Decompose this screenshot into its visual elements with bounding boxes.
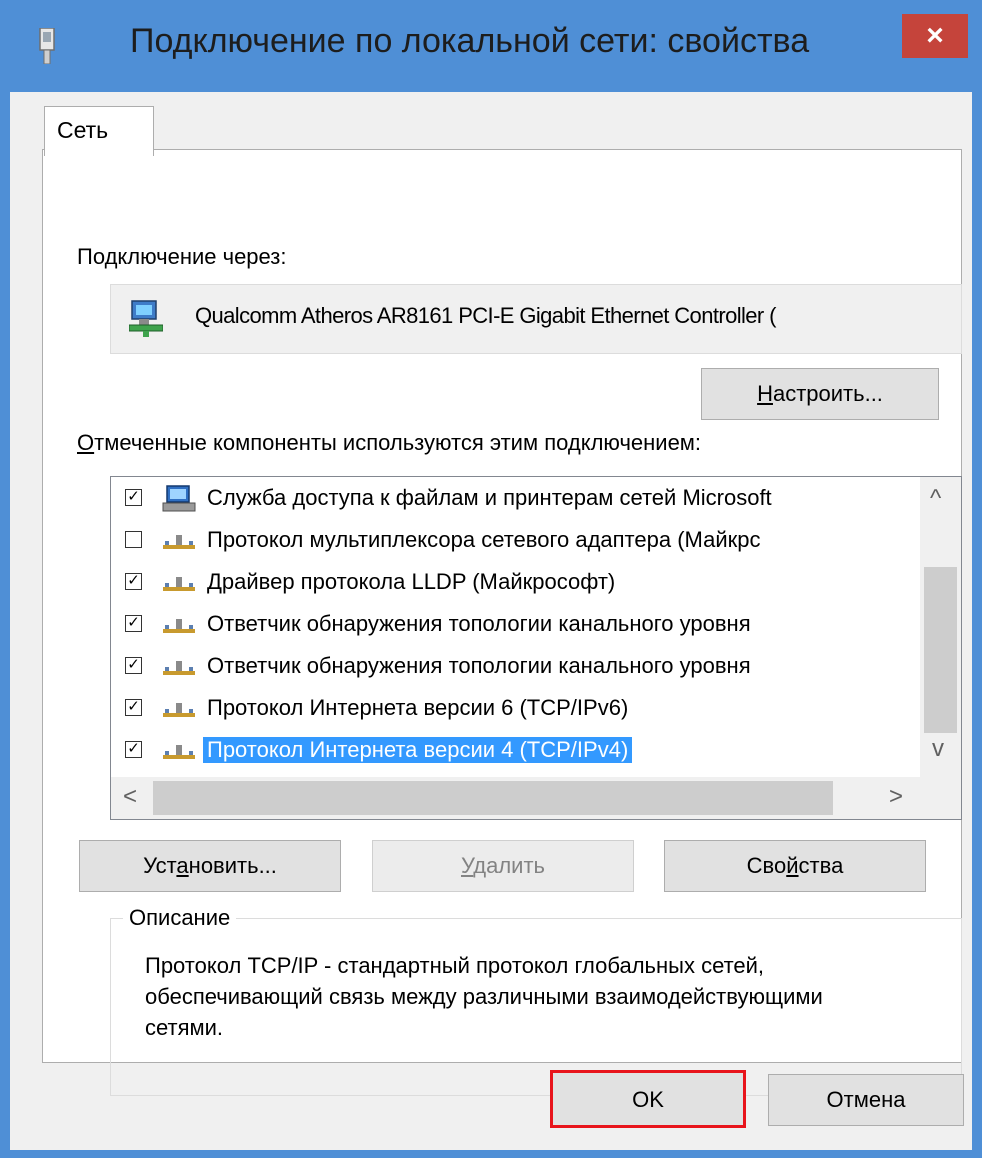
protocol-icon (163, 619, 195, 633)
scroll-left-icon[interactable]: < (123, 783, 137, 811)
install-button[interactable]: Установить... (79, 840, 341, 892)
component-checkbox[interactable] (125, 531, 142, 548)
properties-window: Подключение по локальной сети: свойства … (0, 0, 982, 1158)
ok-button[interactable]: OK (550, 1070, 746, 1128)
component-row[interactable]: ✓ Протокол Интернета версии 4 (TCP/IPv4) (111, 731, 931, 771)
components-list[interactable]: ✓ Служба доступа к файлам и принтерам сет… (110, 476, 962, 820)
horizontal-scroll-thumb[interactable] (153, 781, 833, 815)
window-title: Подключение по локальной сети: свойства (130, 22, 810, 60)
components-label: Отмеченные компоненты используются этим … (77, 430, 701, 456)
description-text: Протокол TCP/IP - стандартный протокол г… (145, 953, 823, 1040)
configure-mnemonic: Н (757, 381, 773, 406)
component-row[interactable]: ✓ Служба доступа к файлам и принтерам сет… (111, 479, 931, 519)
component-row[interactable]: ✓ Драйвер протокола LLDP (Майкрософт) (111, 563, 931, 603)
dialog-client-area: Сеть Подключение через: Qualcomm Atheros… (10, 92, 972, 1150)
remove-mnemonic: У (460, 853, 474, 878)
configure-button[interactable]: Настроить... (701, 368, 939, 420)
properties-label-post: ства (798, 853, 844, 878)
adapter-field: Qualcomm Atheros AR8161 PCI-E Gigabit Et… (110, 284, 962, 354)
install-label-pre: Уст (143, 853, 177, 878)
component-checkbox[interactable]: ✓ (125, 615, 142, 632)
vertical-scroll-thumb[interactable] (924, 567, 957, 733)
protocol-icon (163, 661, 195, 675)
component-label: Протокол Интернета версии 4 (TCP/IPv4) (203, 737, 633, 763)
protocol-icon (163, 577, 195, 591)
components-label-text: тмеченные компоненты используются этим п… (94, 430, 702, 455)
component-label: Ответчик обнаружения топологии канальног… (207, 653, 751, 678)
configure-label: астроить... (772, 381, 883, 406)
component-checkbox[interactable]: ✓ (125, 657, 142, 674)
description-legend: Описание (123, 905, 237, 931)
component-checkbox[interactable]: ✓ (125, 489, 142, 506)
network-adapter-icon (129, 300, 163, 337)
properties-mnemonic: й (786, 853, 799, 878)
component-checkbox[interactable]: ✓ (125, 573, 142, 590)
component-checkbox[interactable]: ✓ (125, 741, 142, 758)
file-printer-sharing-icon (162, 485, 196, 512)
vertical-scrollbar[interactable]: ^ v (920, 477, 961, 777)
component-row[interactable]: ✓ Ответчик обнаружения топологии канально… (111, 647, 931, 687)
adapter-name: Qualcomm Atheros AR8161 PCI-E Gigabit Et… (195, 303, 776, 328)
component-label: Служба доступа к файлам и принтерам сете… (207, 485, 772, 510)
properties-label-pre: Сво (746, 853, 787, 878)
component-label: Драйвер протокола LLDP (Майкрософт) (207, 569, 616, 594)
connect-via-label: Подключение через: (77, 244, 287, 269)
protocol-icon (163, 745, 195, 759)
title-bar[interactable]: Подключение по локальной сети: свойства … (0, 0, 982, 90)
scroll-up-icon[interactable]: ^ (930, 485, 941, 513)
tab-network[interactable]: Сеть (44, 106, 154, 156)
horizontal-scrollbar[interactable]: < > (111, 777, 961, 819)
component-row[interactable]: Протокол мультиплексора сетевого адаптер… (111, 521, 931, 561)
protocol-icon (163, 535, 195, 549)
tab-panel: Подключение через: Qualcomm Atheros AR81… (42, 149, 962, 1096)
install-mnemonic: а (176, 853, 189, 878)
component-label: Протокол Интернета версии 6 (TCP/IPv6) (207, 695, 629, 720)
component-row[interactable]: ✓ Ответчик обнаружения топологии канально… (111, 605, 931, 645)
remove-label-post: далить (473, 853, 545, 878)
protocol-icon (163, 703, 195, 717)
component-row[interactable]: ✓ Протокол Интернета версии 6 (TCP/IPv6) (111, 689, 931, 729)
scroll-down-icon[interactable]: v (932, 735, 944, 763)
component-checkbox[interactable]: ✓ (125, 699, 142, 716)
properties-button[interactable]: Свойства (664, 840, 926, 892)
close-button[interactable]: × (902, 14, 968, 58)
remove-button[interactable]: Удалить (372, 840, 634, 892)
component-label: Протокол мультиплексора сетевого адаптер… (207, 527, 761, 552)
components-mnemonic: О (77, 430, 95, 455)
component-label: Ответчик обнаружения топологии канальног… (207, 611, 751, 636)
scroll-right-icon[interactable]: > (889, 783, 903, 811)
cancel-button[interactable]: Отмена (768, 1074, 964, 1126)
network-connection-icon (39, 28, 55, 64)
install-label-post: новить... (188, 853, 277, 878)
